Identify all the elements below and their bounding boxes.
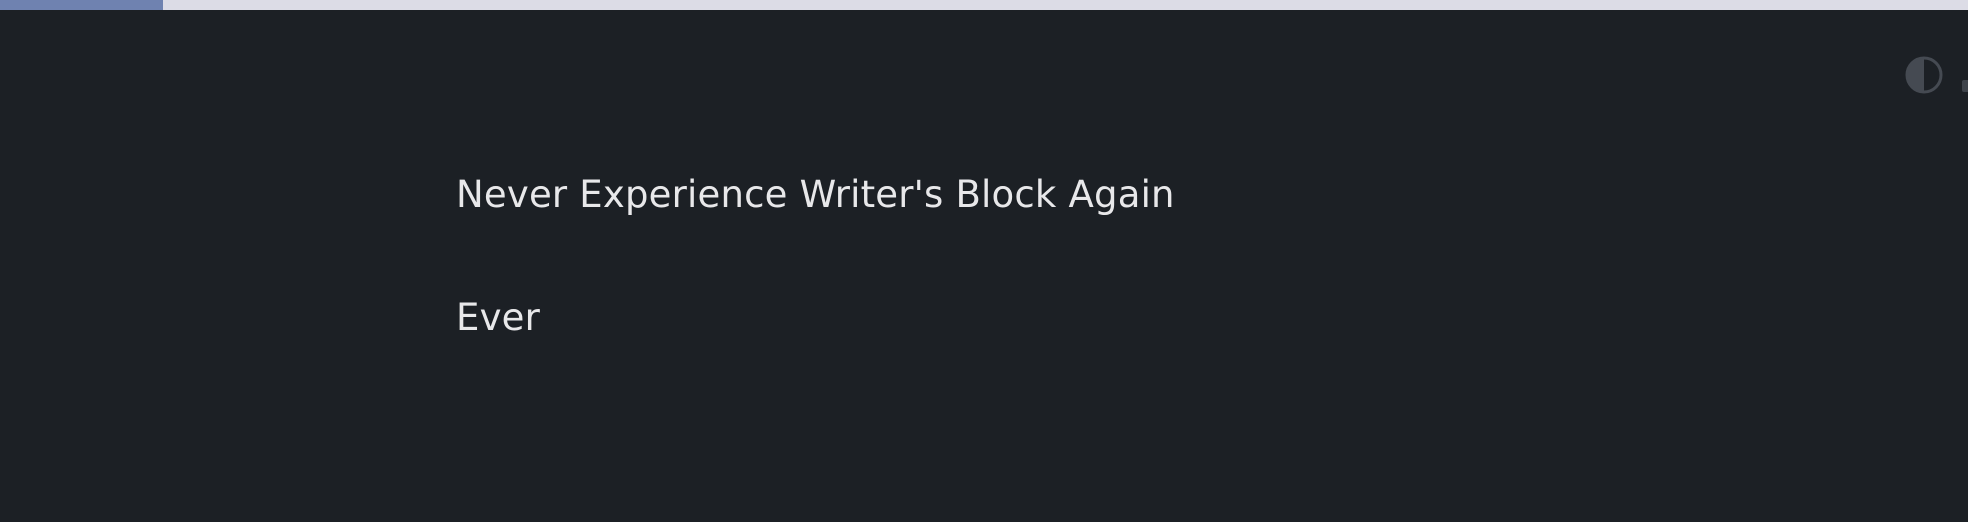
- theme-toggle-button[interactable]: [1905, 56, 1943, 94]
- editor-line[interactable]: Never Experience Writer's Block Again: [456, 160, 1556, 230]
- progress-bar: [0, 0, 1968, 10]
- contrast-icon: [1905, 56, 1943, 94]
- progress-bar-fill: [0, 0, 163, 10]
- editor-line[interactable]: Ever: [456, 283, 1556, 353]
- editor-content[interactable]: Never Experience Writer's Block Again Ev…: [456, 160, 1556, 353]
- clipped-toolbar-icon[interactable]: [1962, 80, 1968, 92]
